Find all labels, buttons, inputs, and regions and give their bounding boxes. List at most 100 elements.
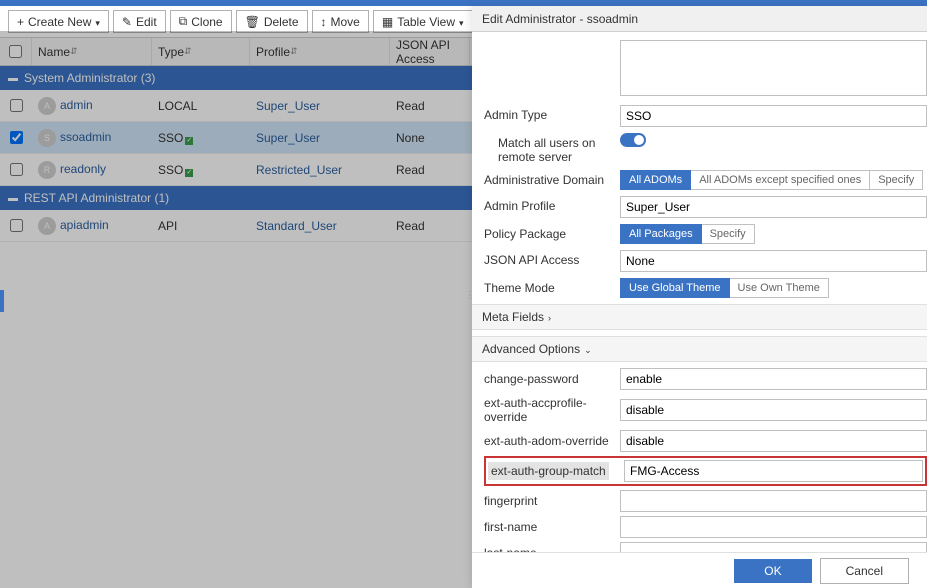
cell-json: None — [390, 131, 470, 145]
clone-icon: ⧉ — [179, 14, 188, 29]
advanced-options-section[interactable]: Advanced Options ⌄ — [472, 336, 927, 362]
description-textarea[interactable] — [620, 40, 927, 96]
panel-footer: OK Cancel — [472, 552, 927, 588]
row-checkbox[interactable] — [10, 219, 23, 232]
advanced-row: last-name — [484, 542, 927, 552]
row-checkbox[interactable] — [10, 131, 23, 144]
column-name[interactable]: Name — [32, 38, 152, 65]
meta-fields-section[interactable]: Meta Fields › — [472, 304, 927, 330]
edit-administrator-panel: Edit Administrator - ssoadmin Desc Admin… — [472, 6, 927, 588]
sso-badge: ✓ — [185, 169, 193, 177]
group-title: System Administrator (3) — [24, 71, 155, 85]
seg-own-theme[interactable]: Use Own Theme — [730, 278, 829, 298]
move-icon: ↕ — [321, 15, 327, 29]
clone-button[interactable]: ⧉Clone — [170, 10, 232, 33]
admin-domain-segments: All ADOMs All ADOMs except specified one… — [620, 170, 927, 190]
seg-specify-package[interactable]: Specify — [702, 224, 755, 244]
cell-type: SSO✓ — [152, 131, 250, 145]
table-view-button[interactable]: ▦ Table View — [373, 10, 473, 33]
admin-name-link[interactable]: readonly — [60, 162, 106, 176]
column-profile[interactable]: Profile — [250, 38, 390, 65]
avatar: A — [38, 97, 56, 115]
meta-fields-label: Meta Fields — [482, 310, 544, 324]
advanced-input[interactable] — [620, 542, 927, 552]
group-title: REST API Administrator (1) — [24, 191, 169, 205]
cancel-button[interactable]: Cancel — [820, 558, 909, 584]
row-checkbox[interactable] — [10, 99, 23, 112]
cell-profile[interactable]: Super_User — [250, 131, 390, 145]
admin-type-label: Admin Type — [484, 105, 620, 122]
edit-label: Edit — [136, 15, 157, 29]
seg-specify-domain[interactable]: Specify — [870, 170, 923, 190]
clone-label: Clone — [191, 15, 222, 29]
delete-button[interactable]: 🗑 Delete — [236, 10, 308, 33]
grid-icon: ▦ — [382, 15, 393, 29]
create-new-button[interactable]: + Create New — [8, 10, 109, 33]
admin-name-link[interactable]: admin — [60, 98, 93, 112]
column-type[interactable]: Type — [152, 38, 250, 65]
delete-label: Delete — [264, 15, 299, 29]
table-view-label: Table View — [397, 15, 455, 29]
seg-all-adoms-except[interactable]: All ADOMs except specified ones — [691, 170, 870, 190]
move-button[interactable]: ↕ Move — [312, 10, 369, 33]
theme-mode-label: Theme Mode — [484, 278, 620, 295]
json-api-input[interactable] — [620, 250, 927, 272]
left-edge-indicator — [0, 290, 4, 312]
admin-profile-label: Admin Profile — [484, 196, 620, 213]
edit-button[interactable]: ✎ Edit — [113, 10, 166, 33]
avatar: S — [38, 129, 56, 147]
edit-icon: ✎ — [122, 15, 132, 29]
advanced-options-label: Advanced Options — [482, 342, 580, 356]
collapse-icon: ▬ — [8, 193, 18, 204]
cell-profile[interactable]: Restricted_User — [250, 163, 390, 177]
theme-mode-segments: Use Global Theme Use Own Theme — [620, 278, 927, 298]
advanced-input[interactable] — [620, 399, 927, 421]
cell-json: Read — [390, 99, 470, 113]
select-all-checkbox[interactable] — [9, 45, 22, 58]
cell-json: Read — [390, 219, 470, 233]
advanced-label: fingerprint — [484, 492, 620, 510]
json-api-label: JSON API Access — [484, 250, 620, 267]
seg-all-packages[interactable]: All Packages — [620, 224, 702, 244]
admin-name-link[interactable]: apiadmin — [60, 218, 109, 232]
admin-type-input[interactable] — [620, 105, 927, 127]
advanced-input[interactable] — [620, 368, 927, 390]
advanced-input[interactable] — [620, 490, 927, 512]
advanced-input[interactable] — [620, 516, 927, 538]
chevron-right-icon: › — [548, 313, 551, 323]
advanced-input[interactable] — [624, 460, 923, 482]
trash-icon: 🗑 — [245, 15, 260, 29]
seg-all-adoms[interactable]: All ADOMs — [620, 170, 691, 190]
match-all-toggle[interactable] — [620, 133, 646, 147]
avatar: R — [38, 161, 56, 179]
cell-type: API — [152, 219, 250, 233]
avatar: A — [38, 217, 56, 235]
ok-button[interactable]: OK — [734, 559, 811, 583]
advanced-row: first-name — [484, 516, 927, 538]
chevron-down-icon: ⌄ — [584, 345, 592, 355]
chevron-down-icon — [459, 15, 464, 29]
cell-profile[interactable]: Super_User — [250, 99, 390, 113]
seg-global-theme[interactable]: Use Global Theme — [620, 278, 730, 298]
create-new-label: Create New — [28, 15, 91, 29]
advanced-input[interactable] — [620, 430, 927, 452]
advanced-row: change-password — [484, 368, 927, 390]
move-label: Move — [331, 15, 360, 29]
advanced-row: ext-auth-group-match — [484, 456, 927, 486]
match-all-label: Match all users on remote server — [484, 133, 620, 164]
column-json-api[interactable]: JSON API Access — [390, 38, 470, 65]
cell-profile[interactable]: Standard_User — [250, 219, 390, 233]
panel-body: Desc Admin Type Match all users on remot… — [472, 32, 927, 552]
panel-title: Edit Administrator - ssoadmin — [472, 6, 927, 32]
policy-package-label: Policy Package — [484, 224, 620, 241]
advanced-row: ext-auth-adom-override — [484, 430, 927, 452]
cell-type: SSO✓ — [152, 163, 250, 177]
sso-badge: ✓ — [185, 137, 193, 145]
admin-profile-input[interactable] — [620, 196, 927, 218]
admin-name-link[interactable]: ssoadmin — [60, 130, 111, 144]
plus-icon: + — [17, 15, 24, 29]
advanced-label: ext-auth-adom-override — [484, 432, 620, 450]
cell-type: LOCAL — [152, 99, 250, 113]
row-checkbox[interactable] — [10, 163, 23, 176]
policy-package-segments: All Packages Specify — [620, 224, 927, 244]
